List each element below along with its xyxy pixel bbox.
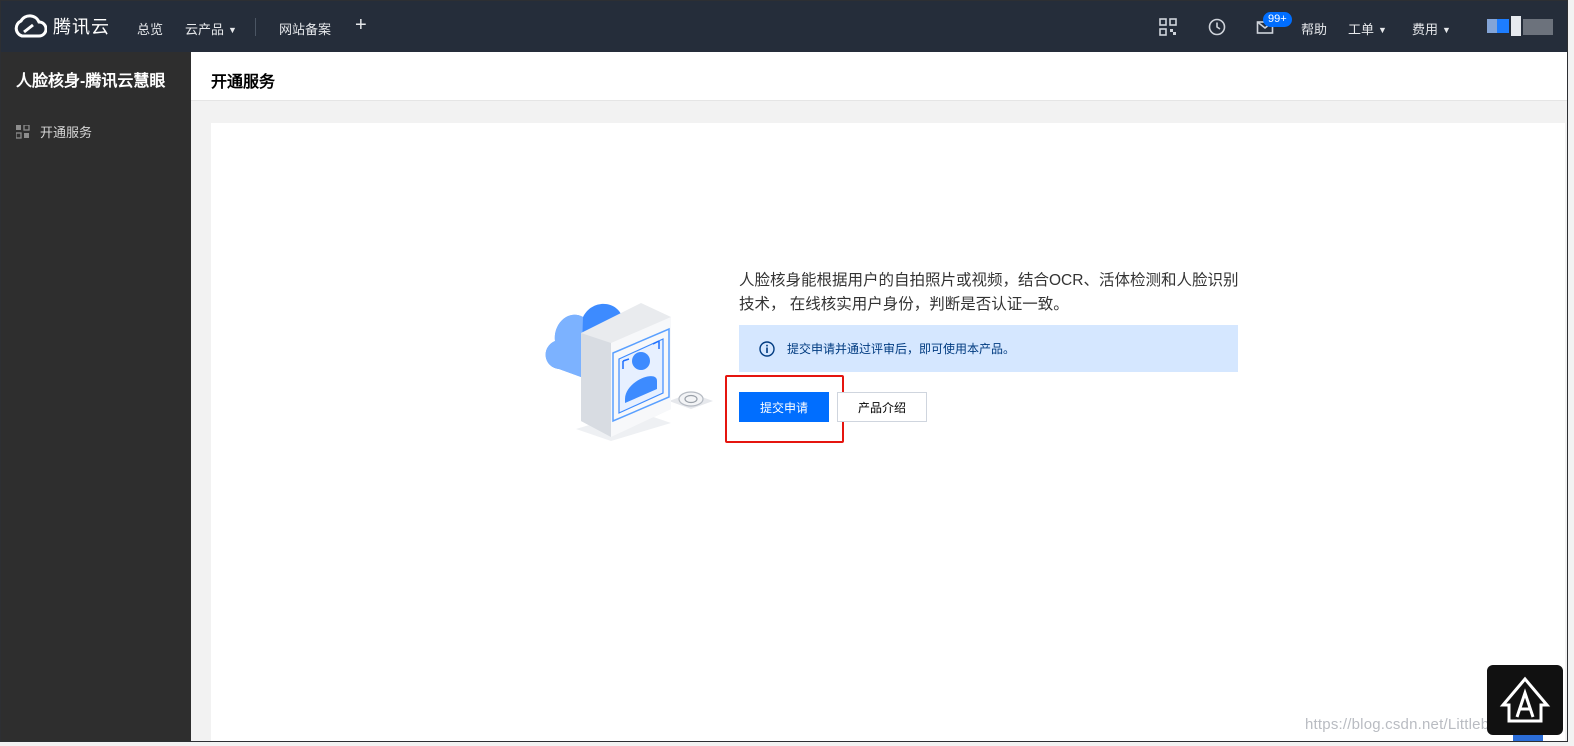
grid-icon — [16, 124, 30, 139]
nav-products-label: 云产品 — [185, 22, 225, 37]
notice-text: 提交申请并通过评审后，即可使用本产品。 — [787, 342, 1016, 356]
nav-help[interactable]: 帮助 — [1301, 19, 1327, 38]
sidebar: 人脸核身-腾讯云慧眼 开通服务 — [1, 52, 191, 741]
top-navigation-bar: 腾讯云 总览 云产品 ▼ 网站备案 + 99+ 帮助 工单 ▼ 费用 ▼ — [1, 1, 1567, 52]
clock-icon[interactable] — [1207, 17, 1227, 37]
chevron-down-icon: ▼ — [1442, 25, 1451, 35]
corner-logo — [1487, 665, 1563, 735]
product-intro-button[interactable]: 产品介绍 — [837, 392, 927, 422]
tencent-cloud-logo[interactable]: 腾讯云 — [13, 13, 110, 39]
nav-ticket-menu[interactable]: 工单 ▼ — [1348, 19, 1387, 38]
chevron-down-icon: ▼ — [228, 25, 237, 35]
house-a-logo-icon — [1499, 676, 1551, 723]
info-icon — [759, 340, 775, 357]
corner-strip — [1513, 735, 1543, 741]
service-description: 人脸核身能根据用户的自拍照片或视频，结合OCR、活体检测和人脸识别技术， 在线核… — [739, 272, 1239, 313]
chevron-down-icon: ▼ — [1378, 25, 1387, 35]
qrcode-icon[interactable] — [1158, 17, 1178, 37]
avatar-blur-block — [1497, 19, 1509, 33]
nav-divider — [255, 18, 256, 36]
sidebar-item-label: 开通服务 — [40, 125, 93, 140]
cloud-logo-icon — [14, 14, 47, 38]
sidebar-item-open-service[interactable]: 开通服务 — [16, 122, 92, 141]
nav-icp-filing[interactable]: 网站备案 — [279, 19, 331, 38]
content-card — [211, 123, 1565, 741]
nav-billing-menu[interactable]: 费用 ▼ — [1412, 19, 1451, 38]
avatar-blur-block — [1523, 19, 1553, 35]
app-window: 腾讯云 总览 云产品 ▼ 网站备案 + 99+ 帮助 工单 ▼ 费用 ▼ 人脸核… — [0, 0, 1568, 742]
nav-overview[interactable]: 总览 — [137, 19, 163, 38]
nav-products-menu[interactable]: 云产品 ▼ — [185, 19, 237, 38]
page-title: 开通服务 — [211, 74, 276, 91]
account-avatar[interactable] — [1487, 15, 1557, 39]
avatar-blur-block — [1511, 16, 1521, 36]
nav-ticket-label: 工单 — [1348, 22, 1375, 37]
face-verification-illustration — [545, 303, 713, 441]
nav-billing-label: 费用 — [1412, 22, 1439, 37]
submit-application-button[interactable]: 提交申请 — [739, 392, 829, 422]
page-header: 开通服务 — [191, 52, 1567, 101]
info-notice: 提交申请并通过评审后，即可使用本产品。 — [739, 325, 1238, 372]
add-shortcut-icon[interactable]: + — [355, 14, 367, 37]
sidebar-product-title: 人脸核身-腾讯云慧眼 — [16, 73, 166, 90]
brand-name: 腾讯云 — [53, 17, 110, 37]
avatar-blur-block — [1487, 19, 1497, 33]
message-count-badge: 99+ — [1263, 12, 1292, 27]
